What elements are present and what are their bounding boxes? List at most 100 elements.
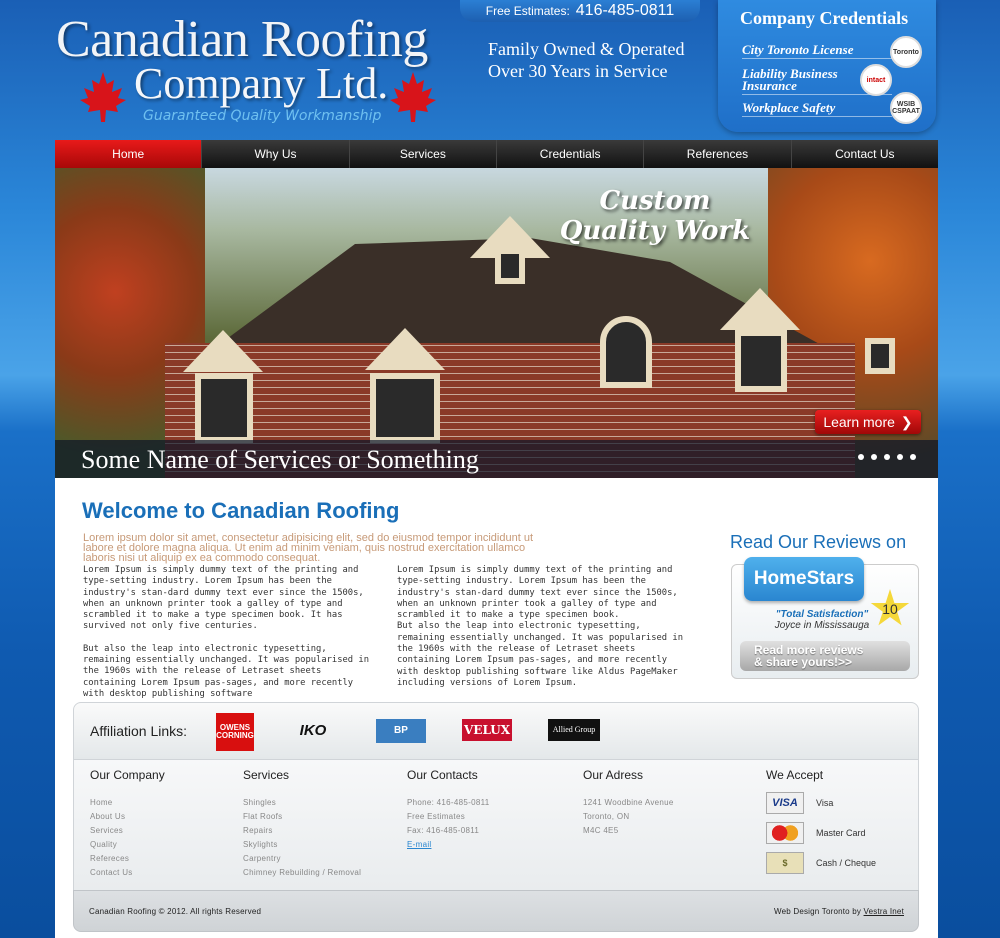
bp-logo[interactable]: BP [376, 719, 426, 743]
credential-workplace-safety[interactable]: Workplace Safety [742, 101, 892, 117]
address-line: Toronto, ON [583, 812, 630, 821]
footer-link[interactable]: Contact Us [90, 866, 165, 880]
nav-contact-us[interactable]: Contact Us [790, 140, 938, 168]
copyright-text: Canadian Roofing © 2012. All rights Rese… [89, 907, 262, 916]
logo-tagline: Guaranteed Quality Workmanship [143, 108, 382, 124]
payment-label: Visa [816, 798, 834, 808]
slider-dot[interactable] [871, 454, 877, 460]
homestars-widget[interactable]: HomeStars 10 "Total Satisfaction" Joyce … [731, 557, 919, 679]
address-line: M4C 4E5 [583, 826, 619, 835]
free-estimates-bar[interactable]: Free Estimates: 416-485-0811 [460, 0, 700, 22]
estimates-label: Free Estimates: [485, 4, 570, 18]
payment-label: Master Card [816, 828, 866, 838]
review-author: Joyce in Mississauga [774, 620, 870, 631]
credential-city-license[interactable]: City Toronto License [742, 43, 892, 59]
family-line1: Family Owned & Operated [488, 39, 685, 59]
welcome-title: Welcome to Canadian Roofing [82, 498, 400, 523]
footer-link[interactable]: Repairs [243, 824, 361, 838]
estimates-phone[interactable]: 416-485-0811 [576, 2, 674, 20]
homestars-logo[interactable]: HomeStars [744, 557, 864, 601]
payment-visa: VISA Visa [766, 792, 876, 814]
main-nav: Home Why Us Services Credentials Referen… [55, 140, 938, 168]
logo-line2[interactable]: Company Ltd. [134, 58, 388, 109]
web-design-credit: Web Design Toronto by Vestra Inet [774, 907, 904, 916]
footer-email-link[interactable]: E-mail [407, 838, 490, 852]
slider-dot[interactable] [858, 454, 864, 460]
col2-paragraph1: Lorem Ipsum is simply dummy text of the … [397, 565, 678, 621]
footer-we-accept: We Accept VISA Visa Master Card $ Cash /… [766, 768, 876, 882]
house-gable [365, 328, 445, 370]
footer-link[interactable]: About Us [90, 810, 165, 824]
iko-logo[interactable]: IKO [284, 721, 342, 741]
read-reviews-button[interactable]: Read more reviews & share yours!>> [740, 641, 910, 671]
affiliation-label: Affiliation Links: [90, 723, 188, 739]
maple-leaf-icon [390, 72, 436, 122]
chevron-right-icon: ❯ [900, 413, 913, 430]
nav-services[interactable]: Services [348, 140, 496, 168]
footer-link[interactable]: Skylights [243, 838, 361, 852]
banner-caption-bar: Some Name of Services or Something [55, 440, 938, 478]
learn-more-button[interactable]: Learn more ❯ [815, 410, 921, 434]
banner-script-line2: Quality Work [559, 216, 751, 246]
col1-paragraph2: But also the leap into electronic typese… [83, 643, 369, 699]
allied-group-logo[interactable]: Allied Group [548, 719, 600, 741]
maple-leaf-icon [80, 72, 126, 122]
content-column-left: Lorem Ipsum is simply dummy text of the … [83, 565, 373, 711]
intact-badge-icon: intact [860, 64, 892, 96]
footer-phone: Phone: 416-485-0811 [407, 798, 490, 807]
house-window [735, 330, 787, 392]
family-owned-text: Family Owned & Operated Over 30 Years in… [488, 38, 684, 82]
footer-link[interactable]: Home [90, 796, 165, 810]
nav-why-us[interactable]: Why Us [201, 140, 348, 168]
velux-logo[interactable]: VELUX [462, 719, 512, 741]
mastercard-icon [766, 822, 804, 844]
footer-link[interactable]: Chimney Rebuilding / Removal [243, 866, 361, 880]
house-window [600, 316, 652, 388]
house-gable [720, 288, 800, 330]
footer-address: Our Adress 1241 Woodbine Avenue Toronto,… [583, 768, 674, 838]
footer-link[interactable]: Shingles [243, 796, 361, 810]
affiliation-bar: Affiliation Links: OWENS CORNING IKO BP … [73, 702, 919, 760]
cash-cheque-icon: $ [766, 852, 804, 874]
slider-dot[interactable] [884, 454, 890, 460]
family-line2: Over 30 Years in Service [488, 61, 668, 81]
house-gable [183, 330, 263, 372]
footer-contacts-title: Our Contacts [407, 768, 478, 782]
review-quote-text: "Total Satisfaction" [775, 609, 869, 620]
footer-link[interactable]: Refereces [90, 852, 165, 866]
visa-card-icon: VISA [766, 792, 804, 814]
read-reviews-line2: & share yours!>> [754, 655, 853, 669]
content-column-right: Lorem Ipsum is simply dummy text of the … [397, 565, 687, 700]
toronto-badge-icon: Toronto [890, 36, 922, 68]
footer-company: Our Company Home About Us Services Quali… [90, 768, 165, 880]
credit-prefix: Web Design Toronto by [774, 907, 862, 916]
learn-more-label: Learn more [823, 414, 895, 430]
footer-link[interactable]: Quality [90, 838, 165, 852]
house-window [370, 373, 440, 443]
vestra-inet-link[interactable]: Vestra Inet [864, 907, 904, 916]
house-window [195, 373, 253, 443]
footer-link[interactable]: Flat Roofs [243, 810, 361, 824]
nav-references[interactable]: References [643, 140, 790, 168]
slider-dot[interactable] [897, 454, 903, 460]
payment-mastercard: Master Card [766, 822, 876, 844]
footer-free-estimates: Free Estimates [407, 812, 465, 821]
footer-services: Services Shingles Flat Roofs Repairs Sky… [243, 768, 361, 880]
house-window [865, 338, 895, 374]
review-quote: "Total Satisfaction" Joyce in Mississaug… [752, 609, 892, 631]
footer-link[interactable]: Services [90, 824, 165, 838]
copyright-bar: Canadian Roofing © 2012. All rights Rese… [73, 890, 919, 932]
banner-headline: Custom Quality Work [545, 186, 765, 246]
footer-company-title: Our Company [90, 768, 165, 782]
payment-cash: $ Cash / Cheque [766, 852, 876, 874]
slider-dots [858, 454, 916, 460]
footer-link[interactable]: Carpentry [243, 852, 361, 866]
footer-accept-title: We Accept [766, 768, 824, 782]
slider-dot[interactable] [910, 454, 916, 460]
nav-home[interactable]: Home [55, 140, 202, 168]
nav-credentials[interactable]: Credentials [495, 140, 643, 168]
footer-services-title: Services [243, 768, 290, 782]
hero-banner: Custom Quality Work Learn more ❯ Some Na… [55, 168, 938, 478]
owens-corning-logo[interactable]: OWENS CORNING [216, 713, 254, 751]
credentials-title: Company Credentials [740, 8, 909, 28]
